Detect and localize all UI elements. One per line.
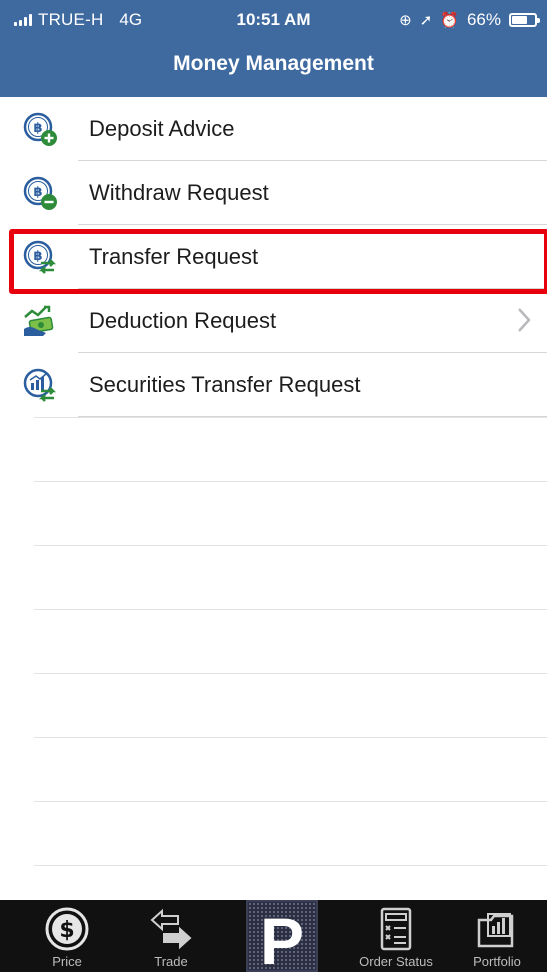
app-logo-icon[interactable]: P xyxy=(246,900,318,972)
orientation-lock-icon: ⊕ xyxy=(399,12,412,29)
baht-coin-minus-icon: ฿ xyxy=(23,176,57,210)
row-divider xyxy=(34,737,547,738)
svg-text:P: P xyxy=(260,904,304,970)
portfolio-icon xyxy=(477,913,514,948)
row-divider xyxy=(34,865,547,866)
tab-order-status[interactable]: Order Status xyxy=(346,900,446,972)
menu-item-label: Deduction Request xyxy=(89,308,277,333)
p-logo: P xyxy=(248,902,316,972)
row-divider xyxy=(34,481,547,482)
page-title: Money Management xyxy=(173,52,374,75)
row-divider xyxy=(34,801,547,802)
status-right: ⊕ ➚ ⏰ 66% xyxy=(399,10,540,30)
menu-item-transfer-request[interactable]: ฿ Transfer Request xyxy=(0,225,547,289)
baht-coin-plus-icon: ฿ xyxy=(23,112,57,146)
battery-icon xyxy=(509,13,540,27)
battery-fill xyxy=(512,16,527,24)
header: TRUE-H 4G 10:51 AM ⊕ ➚ ⏰ 66% Money Manag… xyxy=(0,0,547,97)
tab-label: Price xyxy=(52,954,82,969)
menu-item-label: Withdraw Request xyxy=(89,180,269,205)
location-icon: ➚ xyxy=(419,12,433,29)
row-divider xyxy=(34,417,547,418)
menu-item-label: Transfer Request xyxy=(89,244,259,269)
menu-item-label: Deposit Advice xyxy=(89,116,235,141)
baht-coin-transfer-icon: ฿ xyxy=(23,240,57,274)
dollar-coin-icon: $ xyxy=(45,907,89,951)
tab-portfolio[interactable]: Portfolio xyxy=(447,900,547,972)
menu-item-withdraw-request[interactable]: ฿ Withdraw Request xyxy=(0,161,547,225)
trade-arrows-icon xyxy=(150,908,192,950)
tab-trade[interactable]: Trade xyxy=(121,900,221,972)
order-status-icon xyxy=(380,907,412,951)
menu-item-label: Securities Transfer Request xyxy=(89,372,361,397)
menu-item-securities-transfer-request[interactable]: Securities Transfer Request xyxy=(0,353,547,417)
tab-label: Portfolio xyxy=(473,954,521,969)
chevron-right-icon xyxy=(518,308,531,332)
tab-price[interactable]: $ Price xyxy=(17,900,117,972)
svg-text:$: $ xyxy=(59,918,74,943)
row-divider xyxy=(34,673,547,674)
battery-percent: 66% xyxy=(466,10,501,29)
svg-text:฿: ฿ xyxy=(33,121,42,136)
status-bar: TRUE-H 4G 10:51 AM ⊕ ➚ ⏰ 66% xyxy=(0,0,547,40)
svg-text:฿: ฿ xyxy=(33,185,42,200)
menu-item-deposit-advice[interactable]: ฿ Deposit Advice xyxy=(0,97,547,161)
tab-label: Trade xyxy=(154,954,188,969)
money-deduction-icon xyxy=(24,305,54,336)
tab-bar: $ Price Trade P Order Status Portfolio xyxy=(0,900,547,972)
row-divider xyxy=(34,545,547,546)
menu-list: ฿ Deposit Advice ฿ Withdraw Request ฿ Tr… xyxy=(0,97,547,417)
empty-rows xyxy=(34,417,547,929)
tab-label: Order Status xyxy=(359,954,433,969)
menu-item-deduction-request[interactable]: Deduction Request xyxy=(0,289,547,353)
securities-transfer-icon xyxy=(23,368,57,402)
alarm-icon: ⏰ xyxy=(440,12,459,29)
row-divider xyxy=(34,609,547,610)
